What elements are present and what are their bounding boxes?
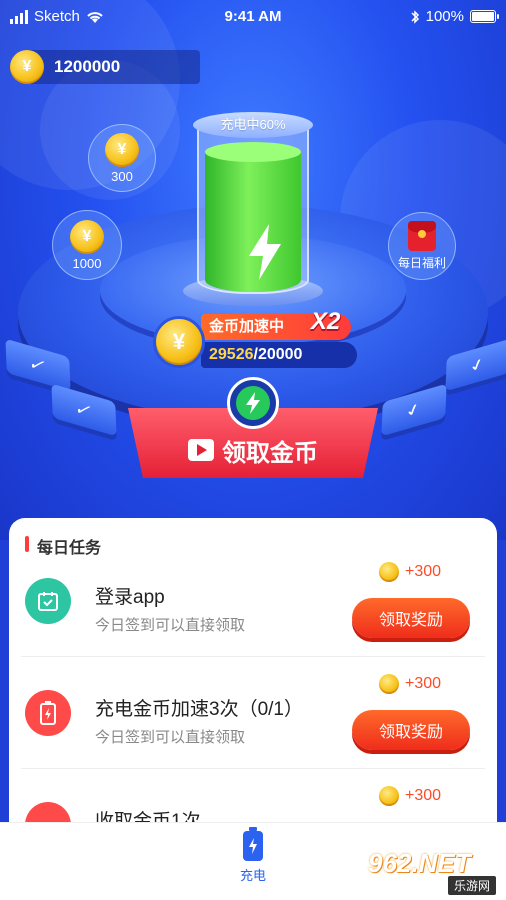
boost-multiplier: X2 — [311, 308, 341, 335]
reward-amount: +300 — [405, 787, 442, 804]
bluetooth-icon — [411, 9, 419, 24]
coin-icon: ¥ — [153, 316, 205, 368]
task-reward: +300 — [379, 786, 441, 806]
battery-icon — [25, 690, 71, 736]
tab-bar: 充电 962.NET 乐游网 — [0, 822, 506, 900]
battery-cylinder: 充电中60% — [193, 112, 313, 302]
boost-progress: 29526/20000 — [201, 342, 357, 368]
coin-icon — [379, 786, 399, 806]
hero-section: Sketch 9:41 AM 100% ¥ 1200000 ¥ 300 ¥ 10… — [0, 0, 506, 540]
task-item: +300 登录app 今日签到可以直接领取 领取奖励 — [9, 548, 497, 660]
coin-balance[interactable]: ¥ 1200000 — [10, 50, 200, 84]
claim-reward-button[interactable]: 领取奖励 — [352, 598, 470, 638]
lightning-icon — [249, 224, 281, 280]
divider — [21, 656, 485, 657]
video-play-icon — [188, 439, 214, 461]
watermark-brand: 962.NET — [368, 848, 471, 878]
charge-boost-button[interactable] — [227, 377, 279, 429]
daily-gift-bubble[interactable]: 每日福利 — [388, 212, 456, 280]
check-icon: ✓ — [72, 398, 96, 421]
gift-label: 每日福利 — [397, 256, 446, 270]
watermark-logo: 962.NET 乐游网 — [368, 848, 498, 895]
claim-reward-button[interactable]: 领取奖励 — [352, 710, 470, 750]
battery-icon — [243, 827, 263, 861]
divider — [21, 768, 485, 769]
reward-amount: +300 — [405, 563, 442, 580]
coin-icon: ¥ — [10, 50, 44, 84]
boost-target: /20000 — [253, 346, 303, 363]
claim-label: 领取金币 — [222, 439, 318, 467]
tab-charge[interactable]: 充电 — [228, 827, 278, 884]
task-reward: +300 — [379, 562, 441, 582]
task-reward: +300 — [379, 674, 441, 694]
check-icon: ✓ — [26, 353, 50, 376]
coin-icon — [379, 562, 399, 582]
coin-icon: ¥ — [70, 219, 104, 254]
task-desc: 今日签到可以直接领取 — [95, 617, 246, 634]
coin-icon — [379, 674, 399, 694]
battery-icon — [470, 10, 499, 23]
balance-amount: 1200000 — [54, 57, 121, 76]
bubble-label: 300 — [111, 168, 133, 184]
boost-current: 29526 — [209, 346, 254, 363]
coin-bubble-300[interactable]: ¥ 300 — [88, 124, 156, 192]
coin-icon: ¥ — [105, 132, 139, 167]
watermark-sub: 乐游网 — [447, 876, 496, 895]
status-bar: Sketch 9:41 AM 100% — [0, 0, 506, 34]
reward-amount: +300 — [405, 675, 442, 692]
battery-liquid — [205, 142, 301, 292]
task-desc: 今日签到可以直接领取 — [95, 729, 246, 746]
task-name: 充电金币加速3次（0/1） — [95, 699, 303, 720]
check-icon: ✓ — [466, 353, 490, 376]
check-icon: ✓ — [402, 398, 426, 421]
lightning-icon — [236, 386, 270, 420]
battery-percent: 100% — [425, 8, 464, 25]
calendar-check-icon — [25, 578, 71, 624]
task-name: 登录app — [95, 587, 165, 608]
task-item: +300 充电金币加速3次（0/1） 今日签到可以直接领取 领取奖励 — [9, 660, 497, 772]
tab-label: 充电 — [239, 868, 266, 883]
bubble-label: 1000 — [72, 255, 102, 271]
red-envelope-icon — [408, 221, 436, 251]
coin-bubble-1000[interactable]: ¥ 1000 — [52, 210, 122, 280]
charging-status: 充电中60% — [193, 112, 313, 138]
boost-banner: 金币加速中 X2 29526/20000 ¥ — [153, 308, 358, 370]
